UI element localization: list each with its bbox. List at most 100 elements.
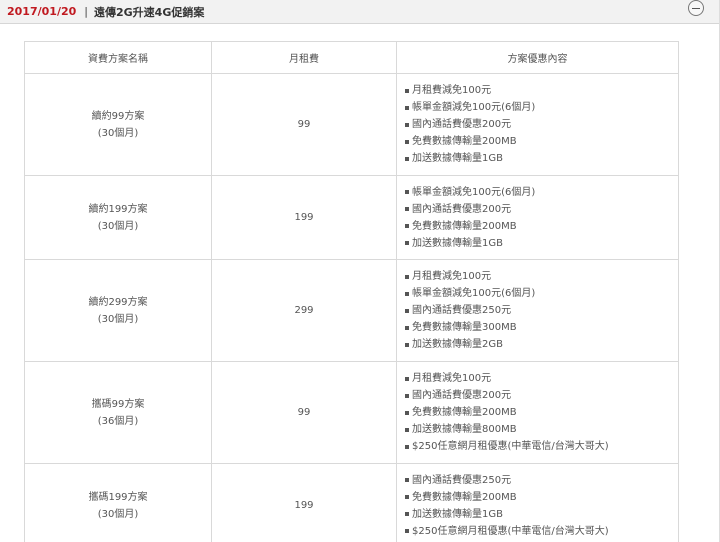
page: 2017/01/20 | 遠傳2G升速4G促銷案 資費方案名稱 月租費 方案優惠… (0, 0, 720, 542)
square-bullet-icon (405, 156, 409, 161)
monthly-fee-cell: 99 (211, 361, 397, 464)
column-header-plan-details: 方案優惠內容 (396, 41, 679, 74)
feature-list: 月租費減免100元 國內通話費優惠200元 免費數據傳輸量200MB 加送數據傳… (405, 370, 678, 455)
minus-circle-icon[interactable] (688, 0, 704, 16)
plan-details-cell: 月租費減免100元 帳單金額減免100元(6個月) 國內通話費優惠250元 免費… (396, 259, 679, 362)
list-item: 國內通話費優惠200元 (405, 116, 678, 133)
feature-list: 帳單金額減免100元(6個月) 國內通話費優惠200元 免費數據傳輸量200MB… (405, 184, 678, 252)
square-bullet-icon (405, 478, 409, 482)
feature-text: 免費數據傳輸量200MB (412, 407, 517, 418)
list-item: 免費數據傳輸量200MB (405, 489, 678, 506)
plan-term: (30個月) (97, 313, 139, 325)
square-bullet-icon (405, 122, 409, 127)
list-item: 國內通話費優惠250元 (405, 472, 678, 489)
plan-name: 攜碼199方案 (88, 491, 148, 503)
square-bullet-icon (405, 410, 409, 415)
square-bullet-icon (405, 495, 409, 499)
table-header-row: 資費方案名稱 月租費 方案優惠內容 (24, 41, 679, 74)
column-header-plan-name: 資費方案名稱 (24, 41, 212, 74)
monthly-fee-cell: 99 (211, 73, 397, 176)
section-header: 2017/01/20 | 遠傳2G升速4G促銷案 (0, 0, 719, 24)
square-bullet-icon (405, 376, 409, 381)
square-bullet-icon (405, 512, 409, 516)
plan-name-cell: 續約199方案 (30個月) (24, 175, 212, 260)
plan-name: 攜碼99方案 (91, 398, 145, 410)
header-separator: | (84, 5, 88, 18)
square-bullet-icon (405, 241, 409, 245)
column-header-monthly-fee: 月租費 (211, 41, 397, 74)
table-row: 攜碼199方案 (30個月) 199 國內通話費優惠250元 免費數據傳輸量20… (24, 463, 679, 542)
feature-text: 月租費減免100元 (412, 85, 492, 96)
list-item: 國內通話費優惠250元 (405, 302, 678, 319)
minus-glyph (692, 7, 700, 9)
feature-text: $250任意網月租優惠(中華電信/台灣大哥大) (412, 525, 609, 537)
feature-text: 免費數據傳輸量200MB (412, 491, 517, 503)
plan-term: (30個月) (97, 508, 139, 520)
feature-text: 免費數據傳輸量200MB (412, 220, 517, 232)
feature-text: 國內通話費優惠200元 (412, 203, 512, 215)
plan-details-cell: 月租費減免100元 國內通話費優惠200元 免費數據傳輸量200MB 加送數據傳… (396, 361, 679, 464)
plan-details-cell: 國內通話費優惠250元 免費數據傳輸量200MB 加送數據傳輸量1GB $250… (396, 463, 679, 542)
feature-text: 加送數據傳輸量2GB (412, 339, 503, 350)
feature-text: 帳單金額減免100元(6個月) (412, 186, 536, 198)
list-item: 免費數據傳輸量200MB (405, 133, 678, 150)
list-item: 加送數據傳輸量1GB (405, 506, 678, 523)
feature-text: 加送數據傳輸量1GB (412, 237, 503, 249)
square-bullet-icon (405, 427, 409, 432)
list-item: 帳單金額減免100元(6個月) (405, 99, 678, 116)
feature-list: 月租費減免100元 帳單金額減免100元(6個月) 國內通話費優惠200元 免費… (405, 82, 678, 167)
feature-text: 帳單金額減免100元(6個月) (412, 102, 536, 113)
square-bullet-icon (405, 529, 409, 533)
feature-text: 國內通話費優惠250元 (412, 474, 512, 486)
header-title: 遠傳2G升速4G促銷案 (93, 5, 205, 19)
square-bullet-icon (405, 139, 409, 144)
plan-table: 資費方案名稱 月租費 方案優惠內容 續約99方案 (30個月) 99 月租費減免… (24, 41, 679, 542)
list-item: 國內通話費優惠200元 (405, 387, 678, 404)
feature-text: 月租費減免100元 (412, 271, 492, 282)
plan-name: 續約99方案 (91, 110, 145, 122)
square-bullet-icon (405, 224, 409, 228)
table-row: 續約99方案 (30個月) 99 月租費減免100元 帳單金額減免100元(6個… (24, 73, 679, 176)
square-bullet-icon (405, 88, 409, 93)
plan-details-cell: 帳單金額減免100元(6個月) 國內通話費優惠200元 免費數據傳輸量200MB… (396, 175, 679, 260)
feature-text: 加送數據傳輸量1GB (412, 508, 503, 520)
list-item: 月租費減免100元 (405, 82, 678, 99)
square-bullet-icon (405, 105, 409, 110)
list-item: 加送數據傳輸量1GB (405, 150, 678, 167)
monthly-fee-cell: 199 (211, 175, 397, 260)
square-bullet-icon (405, 274, 409, 279)
list-item: 加送數據傳輸量800MB (405, 421, 678, 438)
feature-text: 加送數據傳輸量800MB (412, 424, 517, 435)
square-bullet-icon (405, 308, 409, 313)
list-item: 免費數據傳輸量200MB (405, 218, 678, 235)
plan-details-cell: 月租費減免100元 帳單金額減免100元(6個月) 國內通話費優惠200元 免費… (396, 73, 679, 176)
feature-text: 加送數據傳輸量1GB (412, 153, 503, 164)
plan-term: (36個月) (97, 415, 139, 427)
plan-table-container: 資費方案名稱 月租費 方案優惠內容 續約99方案 (30個月) 99 月租費減免… (24, 41, 679, 542)
list-item: $250任意網月租優惠(中華電信/台灣大哥大) (405, 523, 678, 540)
list-item: 加送數據傳輸量1GB (405, 235, 678, 252)
feature-text: 國內通話費優惠200元 (412, 119, 512, 130)
list-item: 免費數據傳輸量300MB (405, 319, 678, 336)
list-item: 帳單金額減免100元(6個月) (405, 184, 678, 201)
square-bullet-icon (405, 393, 409, 398)
list-item: 月租費減免100元 (405, 268, 678, 285)
square-bullet-icon (405, 207, 409, 211)
plan-name-cell: 攜碼99方案 (36個月) (24, 361, 212, 464)
list-item: 免費數據傳輸量200MB (405, 404, 678, 421)
table-row: 攜碼99方案 (36個月) 99 月租費減免100元 國內通話費優惠200元 免… (24, 361, 679, 464)
square-bullet-icon (405, 325, 409, 330)
list-item: 加送數據傳輸量2GB (405, 336, 678, 353)
plan-name: 續約299方案 (88, 296, 148, 308)
square-bullet-icon (405, 190, 409, 194)
feature-text: 免費數據傳輸量200MB (412, 136, 517, 147)
list-item: $250任意網月租優惠(中華電信/台灣大哥大) (405, 438, 678, 455)
plan-term: (30個月) (97, 220, 139, 232)
list-item: 月租費減免100元 (405, 370, 678, 387)
monthly-fee-cell: 299 (211, 259, 397, 362)
plan-name-cell: 續約299方案 (30個月) (24, 259, 212, 362)
feature-text: 國內通話費優惠250元 (412, 305, 512, 316)
feature-text: 帳單金額減免100元(6個月) (412, 288, 536, 299)
feature-list: 國內通話費優惠250元 免費數據傳輸量200MB 加送數據傳輸量1GB $250… (405, 472, 678, 540)
plan-name-cell: 續約99方案 (30個月) (24, 73, 212, 176)
